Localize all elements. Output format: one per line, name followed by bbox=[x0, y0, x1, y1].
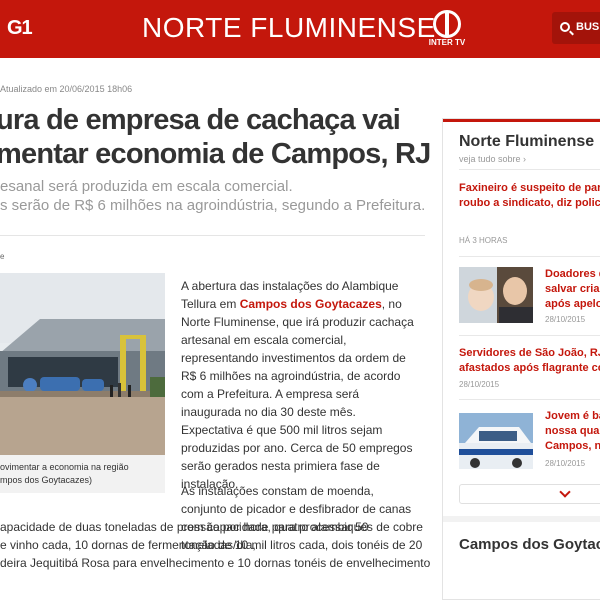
article-paragraph-2-continued: apacidade de duas toneladas de pressão p… bbox=[0, 518, 430, 572]
news-title-line: nossa quart bbox=[545, 425, 600, 437]
intertv-bar-icon bbox=[445, 13, 449, 35]
news-time: HÁ 3 HORAS bbox=[459, 236, 508, 245]
photo-caption: ovimentar a economia na região mpos dos … bbox=[0, 461, 165, 487]
see-all-link[interactable]: veja tudo sobre › bbox=[459, 154, 526, 164]
caption-line: mpos dos Goytacazes) bbox=[0, 475, 93, 485]
news-time: 28/10/2015 bbox=[545, 459, 586, 468]
headline-line: mentar economia de Campos, RJ bbox=[0, 138, 431, 170]
paragraph-line: deira Jequitibá Rosa para envelhecimento… bbox=[0, 556, 431, 570]
caption-line: ovimentar a economia na região bbox=[0, 462, 129, 472]
paragraph-line: e vinho cada, 10 dornas de fermentação d… bbox=[0, 538, 423, 552]
sidebar-news-item-1[interactable]: Faxineiro é suspeito de parti roubo a si… bbox=[459, 181, 600, 211]
headline-line: ura de empresa de cachaça vai bbox=[0, 104, 401, 136]
sidebar-accent-line bbox=[443, 119, 600, 122]
campos-section-title[interactable]: Campos dos Goytaca bbox=[459, 536, 600, 553]
news-time: 28/10/2015 bbox=[459, 380, 500, 389]
divider bbox=[459, 256, 600, 257]
sidebar-news-item-2[interactable]: Doadores d salvar crian após apelo bbox=[545, 267, 600, 312]
divider bbox=[0, 235, 425, 236]
news-title-line: Faxineiro é suspeito de parti bbox=[459, 182, 600, 194]
related-news-sidebar: Norte Fluminense veja tudo sobre › Faxin… bbox=[442, 118, 600, 600]
news-thumbnail-2[interactable] bbox=[459, 413, 533, 469]
search-button[interactable]: BUS bbox=[552, 12, 600, 44]
news-title-line: salvar crian bbox=[545, 283, 600, 295]
sidebar-news-item-3[interactable]: Servidores de São João, RJ, afastados ap… bbox=[459, 346, 600, 376]
article-paragraph-1: A abertura das instalações do Alambique … bbox=[181, 277, 421, 493]
site-header: G1 NORTE FLUMINENSE INTER TV BUS bbox=[0, 0, 600, 58]
article-subtitle: esanal será produzida em escala comercia… bbox=[0, 177, 430, 215]
g1-logo[interactable]: G1 bbox=[7, 17, 33, 40]
updated-timestamp: Atualizado em 20/06/2015 18h06 bbox=[0, 84, 133, 94]
subtitle-line: esanal será produzida em escala comercia… bbox=[0, 178, 293, 195]
divider bbox=[459, 169, 600, 170]
intertv-label: INTER TV bbox=[428, 38, 466, 47]
sidebar-title[interactable]: Norte Fluminense bbox=[459, 133, 594, 151]
news-title-line: Jovem é ba bbox=[545, 410, 600, 422]
news-title-line: após apelo bbox=[545, 298, 600, 310]
news-title-line: roubo a sindicato, diz policia bbox=[459, 197, 600, 209]
search-label: BUS bbox=[576, 21, 600, 33]
divider bbox=[443, 516, 600, 522]
news-title-line: Campos, ne bbox=[545, 440, 600, 452]
share-fragment: e bbox=[0, 252, 5, 261]
news-title-line: afastados após flagrante co bbox=[459, 362, 600, 374]
article-headline: ura de empresa de cachaça vai mentar eco… bbox=[0, 103, 436, 171]
load-more-button[interactable] bbox=[459, 484, 600, 504]
paragraph-text: , no Norte Fluminense, que irá produzir … bbox=[181, 297, 414, 491]
search-icon bbox=[560, 22, 570, 32]
photo-figure: ovimentar a economia na região mpos dos … bbox=[0, 273, 165, 493]
campos-link[interactable]: Campos dos Goytacazes bbox=[240, 297, 382, 311]
news-title-line: Doadores d bbox=[545, 268, 600, 280]
divider bbox=[459, 399, 600, 400]
distillery-photo[interactable] bbox=[0, 273, 165, 455]
news-title-line: Servidores de São João, RJ, bbox=[459, 347, 600, 359]
paragraph-line: apacidade de duas toneladas de pressão p… bbox=[0, 520, 423, 534]
woman-and-baby-photo bbox=[459, 267, 533, 323]
news-thumbnail-1[interactable] bbox=[459, 267, 533, 323]
subtitle-line: s serão de R$ 6 milhões na agroindústria… bbox=[0, 197, 426, 214]
chevron-down-icon bbox=[559, 486, 571, 498]
divider bbox=[459, 335, 600, 336]
intertv-logo[interactable]: INTER TV bbox=[426, 10, 468, 50]
sidebar-news-item-4[interactable]: Jovem é ba nossa quart Campos, ne bbox=[545, 409, 600, 454]
police-car-photo bbox=[459, 413, 533, 469]
distillery-photo-drawing bbox=[0, 273, 165, 455]
section-title[interactable]: NORTE FLUMINENSE bbox=[142, 12, 436, 44]
news-time: 28/10/2015 bbox=[545, 315, 586, 324]
